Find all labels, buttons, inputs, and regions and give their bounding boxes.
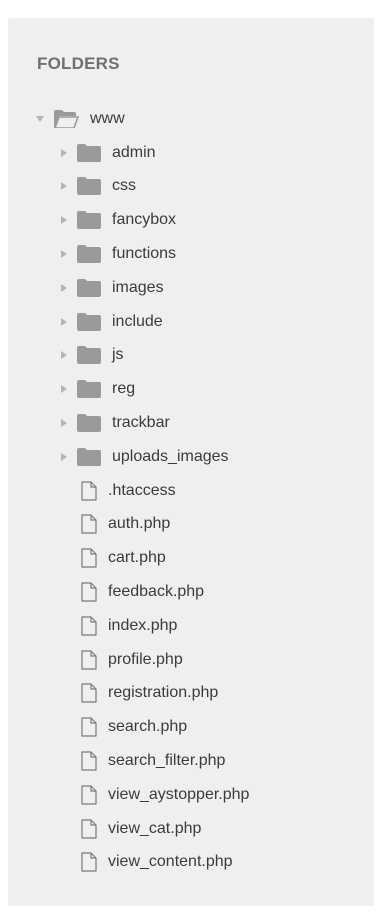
folder-icon (77, 380, 101, 399)
folder-item-js[interactable]: js (8, 339, 374, 373)
file-icon (81, 514, 97, 535)
file-item-view-aystopper-php[interactable]: view_aystopper.php (8, 778, 374, 812)
file-item-view-cat-php[interactable]: view_cat.php (8, 812, 374, 846)
folder-icon (77, 143, 101, 162)
folder-item-fancybox[interactable]: fancybox (8, 203, 374, 237)
folder-icon (77, 447, 101, 466)
folder-item-functions[interactable]: functions (8, 237, 374, 271)
file-label: search.php (108, 718, 188, 736)
chevron-right-icon[interactable] (59, 148, 69, 158)
chevron-right-icon[interactable] (59, 215, 69, 225)
file-icon (81, 481, 97, 501)
folder-open-icon (53, 109, 79, 128)
chevron-right-icon[interactable] (59, 181, 69, 191)
file-icon (81, 616, 97, 636)
file-icon (81, 852, 97, 873)
chevron-right-icon[interactable] (59, 317, 69, 327)
folder-icon (77, 278, 101, 297)
folders-sidebar: FOLDERS www admin css fancybox functions imag… (8, 18, 374, 906)
folder-label: css (112, 177, 136, 195)
file-icon (81, 548, 97, 568)
file-label: .htaccess (108, 481, 176, 499)
file-icon (81, 582, 97, 602)
file-item-search-filter-php[interactable]: search_filter.php (8, 744, 374, 778)
chevron-right-icon[interactable] (59, 452, 69, 462)
file-item-auth-php[interactable]: auth.php (8, 508, 374, 542)
folder-item-trackbar[interactable]: trackbar (8, 406, 374, 440)
folder-icon (77, 211, 101, 230)
file-label: view_aystopper.php (108, 785, 250, 803)
file-item-htaccess[interactable]: .htaccess (8, 474, 374, 508)
file-label: cart.php (108, 549, 166, 567)
file-item-feedback-php[interactable]: feedback.php (8, 575, 374, 609)
file-label: search_filter.php (108, 752, 226, 770)
file-icon (81, 650, 97, 670)
folder-label: admin (112, 143, 156, 161)
tree-root-label: www (90, 109, 125, 127)
tree-root-www[interactable]: www (8, 102, 374, 136)
file-icon (81, 785, 97, 805)
folder-item-admin[interactable]: admin (8, 136, 374, 170)
file-label: index.php (108, 616, 178, 634)
folder-icon (77, 245, 101, 264)
folder-icon (77, 414, 101, 433)
file-item-search-php[interactable]: search.php (8, 710, 374, 744)
folder-label: trackbar (112, 414, 170, 432)
section-title: FOLDERS (37, 54, 120, 73)
folder-icon (77, 177, 101, 196)
file-label: auth.php (108, 515, 171, 533)
file-label: profile.php (108, 650, 183, 668)
folder-item-images[interactable]: images (8, 271, 374, 305)
file-icon (81, 717, 97, 737)
file-icon (81, 683, 97, 704)
folder-label: functions (112, 245, 177, 263)
file-item-index-php[interactable]: index.php (8, 609, 374, 643)
folder-item-reg[interactable]: reg (8, 372, 374, 406)
file-label: feedback.php (108, 583, 205, 601)
folder-label: reg (112, 380, 136, 398)
folder-label: js (112, 346, 124, 364)
file-icon (81, 819, 97, 839)
chevron-down-icon[interactable] (35, 114, 45, 124)
file-item-registration-php[interactable]: registration.php (8, 677, 374, 711)
folder-icon (77, 312, 101, 331)
folder-tree: www admin css fancybox functions images includ… (8, 102, 374, 879)
file-item-view-content-php[interactable]: view_content.php (8, 846, 374, 880)
chevron-right-icon[interactable] (59, 418, 69, 428)
chevron-right-icon[interactable] (59, 249, 69, 259)
folder-label: uploads_images (112, 447, 229, 465)
folder-label: images (112, 278, 164, 296)
chevron-right-icon[interactable] (59, 384, 69, 394)
file-item-cart-php[interactable]: cart.php (8, 541, 374, 575)
file-icon (81, 751, 97, 771)
file-label: view_content.php (108, 853, 233, 871)
file-label: registration.php (108, 684, 219, 702)
folder-item-uploads-images[interactable]: uploads_images (8, 440, 374, 474)
folder-label: include (112, 312, 163, 330)
folder-item-css[interactable]: css (8, 170, 374, 204)
file-label: view_cat.php (108, 819, 202, 837)
file-item-profile-php[interactable]: profile.php (8, 643, 374, 677)
chevron-right-icon[interactable] (59, 350, 69, 360)
folder-label: fancybox (112, 211, 177, 229)
folder-item-include[interactable]: include (8, 305, 374, 339)
chevron-right-icon[interactable] (59, 283, 69, 293)
folder-icon (77, 346, 101, 365)
